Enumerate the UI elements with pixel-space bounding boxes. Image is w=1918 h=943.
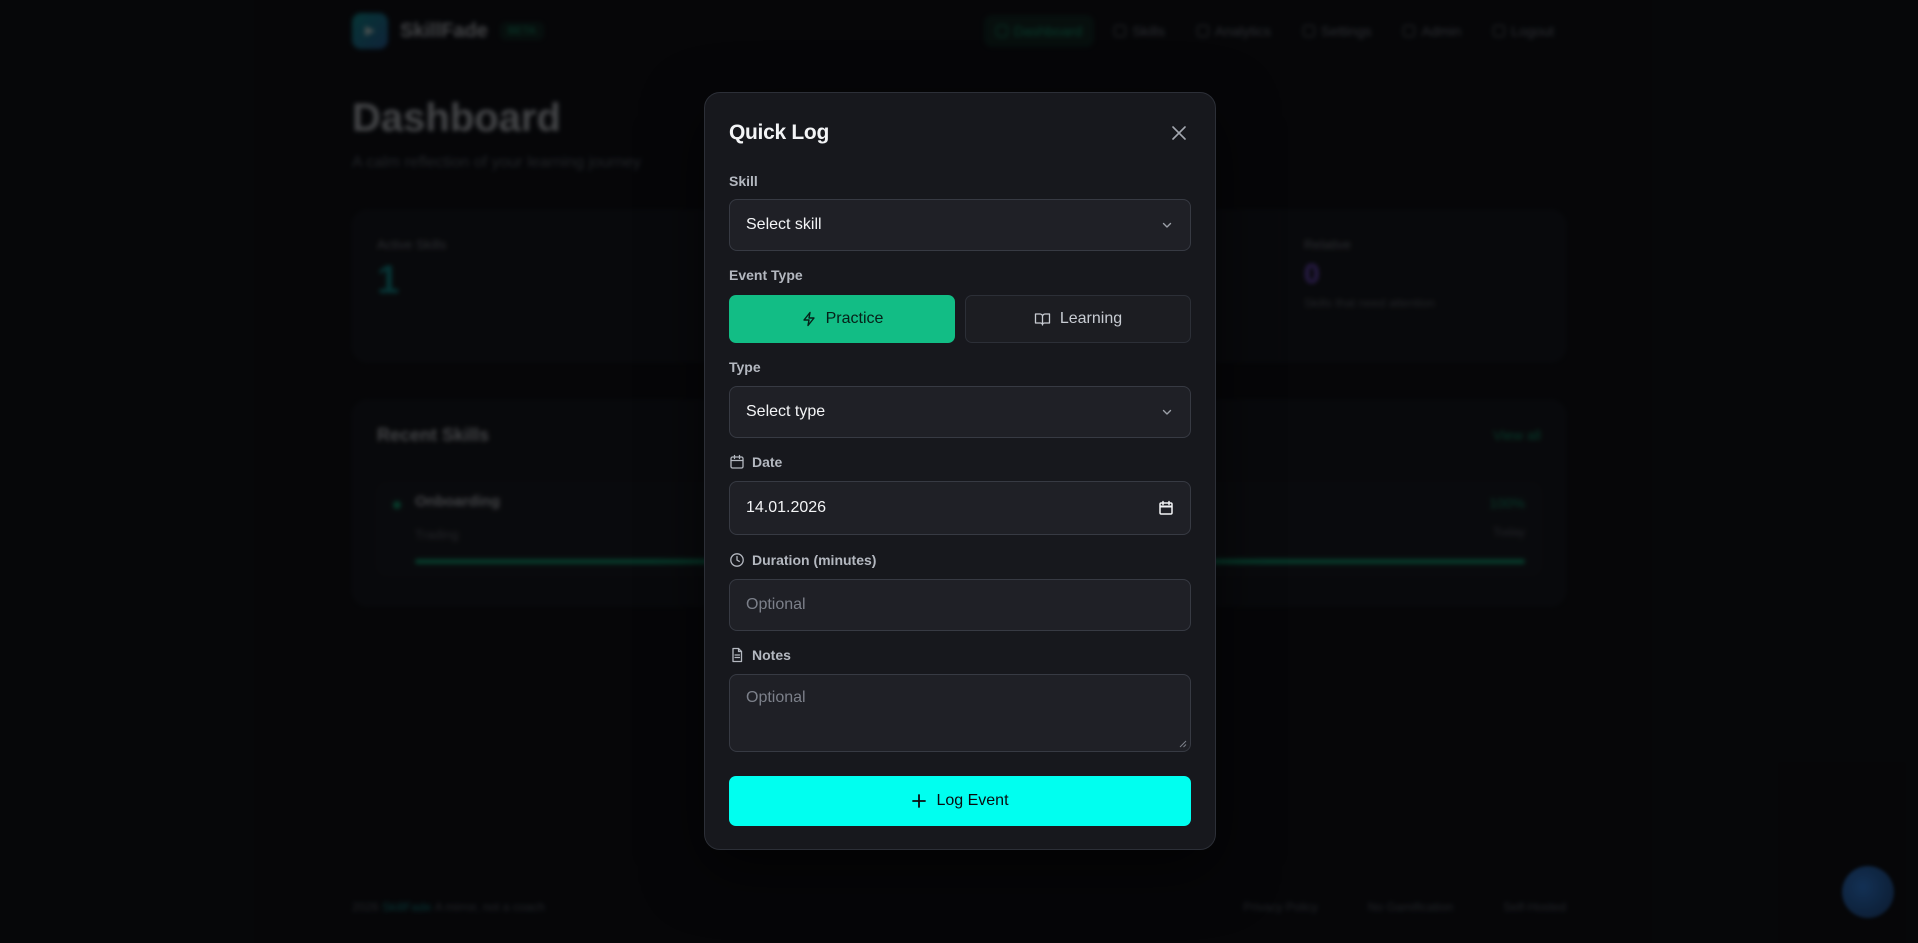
practice-toggle-button[interactable]: Practice — [729, 295, 955, 343]
dialog-title: Quick Log — [729, 121, 829, 144]
type-select-value: Select type — [746, 403, 826, 420]
notes-label: Notes — [729, 647, 791, 663]
notes-textarea[interactable]: Optional — [729, 674, 1191, 752]
skill-label: Skill — [729, 173, 758, 189]
learning-label: Learning — [1059, 310, 1123, 327]
type-label: Type — [729, 359, 761, 375]
type-select[interactable]: Select type — [729, 386, 1191, 438]
date-label-text: Date — [752, 454, 783, 470]
close-icon — [1172, 126, 1186, 140]
log-event-button[interactable]: Log Event — [729, 776, 1191, 826]
event-type-label-text: Event Type — [729, 267, 803, 283]
duration-label: Duration (minutes) — [729, 552, 876, 568]
chevron-down-icon — [1160, 405, 1174, 419]
chevron-down-icon — [1160, 218, 1174, 232]
book-open-icon — [1034, 313, 1051, 326]
close-button[interactable] — [1167, 121, 1191, 145]
file-text-icon — [729, 647, 745, 663]
event-type-label: Event Type — [729, 267, 803, 283]
duration-input[interactable]: Optional — [729, 579, 1191, 631]
type-label-text: Type — [729, 359, 761, 375]
zap-icon — [802, 311, 815, 327]
calendar-icon — [729, 454, 745, 470]
quick-log-dialog: Quick Log Skill Select skill Event Type … — [704, 92, 1216, 850]
calendar-picker-icon[interactable] — [1158, 500, 1174, 516]
practice-label: Practice — [825, 310, 884, 327]
notes-placeholder: Optional — [746, 689, 806, 706]
clock-icon — [729, 552, 745, 568]
learning-toggle-button[interactable]: Learning — [965, 295, 1191, 343]
skill-select-value: Select skill — [746, 216, 822, 233]
date-input[interactable]: 14.01.2026 — [729, 481, 1191, 535]
plus-icon — [912, 794, 927, 808]
duration-label-text: Duration (minutes) — [752, 552, 877, 568]
skill-label-text: Skill — [729, 173, 758, 189]
notes-label-text: Notes — [752, 647, 791, 663]
skill-select[interactable]: Select skill — [729, 199, 1191, 251]
date-label: Date — [729, 454, 782, 470]
date-input-value: 14.01.2026 — [746, 499, 827, 516]
duration-placeholder: Optional — [746, 596, 806, 613]
resize-handle-icon[interactable] — [1179, 740, 1187, 748]
log-event-label: Log Event — [936, 792, 1009, 809]
